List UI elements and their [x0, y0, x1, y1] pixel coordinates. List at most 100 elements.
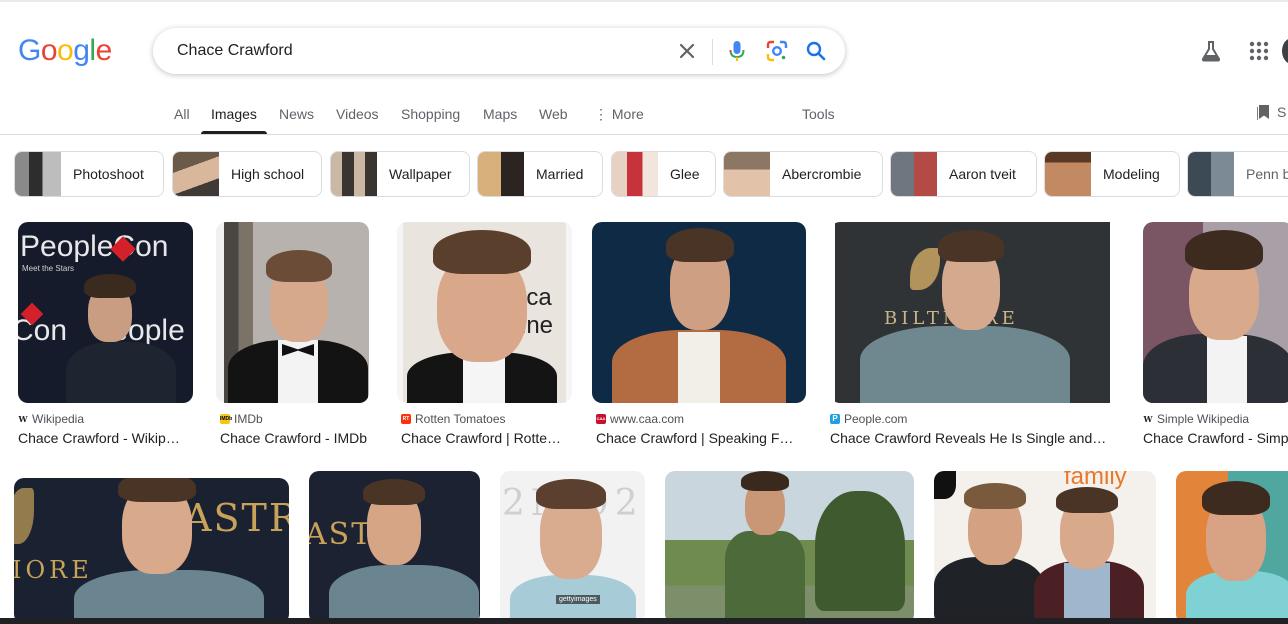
chip-abercrombie[interactable]: Abercrombie: [723, 151, 883, 197]
caa-favicon: CAA: [596, 414, 606, 424]
result-source[interactable]: W Wikipedia: [18, 412, 85, 426]
chip-label: Glee: [670, 166, 700, 182]
chip-wallpaper[interactable]: Wallpaper: [330, 151, 470, 197]
chip-high-school[interactable]: High school: [172, 151, 322, 197]
person-body: [860, 326, 1070, 403]
result-source[interactable]: W Simple Wikipedia: [1143, 412, 1250, 426]
result-source[interactable]: IMDb IMDb: [220, 412, 263, 426]
getty-watermark: gettyimages: [556, 595, 600, 604]
tab-shopping[interactable]: Shopping: [401, 106, 460, 122]
person-hair: [938, 230, 1004, 262]
chip-photoshoot[interactable]: Photoshoot: [14, 151, 164, 197]
imdb-favicon: IMDb: [220, 414, 233, 424]
result-image[interactable]: [1176, 471, 1288, 624]
rotten-tomatoes-favicon: RT: [401, 414, 411, 424]
result-image[interactable]: [216, 222, 369, 403]
chip-aaron-tveit[interactable]: Aaron tveit: [890, 151, 1037, 197]
tab-web[interactable]: Web: [539, 106, 568, 122]
person-hair: [363, 479, 425, 505]
source-name: People.com: [844, 412, 908, 426]
chip-thumbnail: [173, 152, 219, 196]
account-avatar[interactable]: [1282, 38, 1288, 64]
tab-maps[interactable]: Maps: [483, 106, 517, 122]
labs-icon[interactable]: [1199, 39, 1223, 63]
search-box[interactable]: [153, 28, 845, 74]
person-body: [725, 531, 805, 624]
tab-news[interactable]: News: [279, 106, 314, 122]
chip-label: Married: [536, 166, 584, 182]
chip-label: Penn b: [1246, 166, 1288, 182]
person-hair: [666, 228, 734, 262]
peoplecon-logo-text: PeopleCon: [20, 230, 169, 263]
lens-icon[interactable]: [765, 39, 789, 63]
chip-label: Abercrombie: [782, 166, 862, 182]
chip-thumbnail: [1188, 152, 1234, 196]
result-title[interactable]: Chace Crawford | Speaking F…: [596, 430, 801, 446]
logo-letter: o: [57, 34, 74, 67]
result-source[interactable]: P People.com: [830, 412, 907, 426]
source-name: Rotten Tomatoes: [415, 412, 506, 426]
search-input[interactable]: [175, 38, 659, 64]
result-title[interactable]: Chace Crawford - Simp: [1143, 430, 1288, 446]
chip-penn-badgley[interactable]: Penn b: [1187, 151, 1288, 197]
chip-label: Wallpaper: [389, 166, 452, 182]
person-hair: [964, 483, 1026, 509]
person-hair: [266, 250, 332, 282]
result-image[interactable]: ASTRA: [309, 471, 480, 624]
result-image[interactable]: BILTMORE: [830, 222, 1120, 403]
chip-thumbnail: [15, 152, 61, 196]
saved-label: S: [1277, 104, 1287, 120]
result-image[interactable]: ica ine: [397, 222, 572, 403]
chip-thumbnail: [612, 152, 658, 196]
tab-videos[interactable]: Videos: [336, 106, 379, 122]
astra-text: ASTRA: [184, 496, 289, 540]
person-hair: [536, 479, 606, 509]
shirt: [1064, 563, 1110, 624]
result-source[interactable]: CAA www.caa.com: [596, 412, 684, 426]
saved-button[interactable]: S: [1257, 104, 1286, 120]
clear-icon[interactable]: [675, 39, 699, 63]
mic-icon[interactable]: [725, 39, 749, 63]
people-favicon: P: [830, 414, 840, 424]
chip-glee[interactable]: Glee: [611, 151, 716, 197]
result-title[interactable]: Chace Crawford | Rotte…: [401, 430, 569, 446]
chip-modeling[interactable]: Modeling: [1044, 151, 1180, 197]
result-title[interactable]: Chace Crawford Reveals He Is Single and…: [830, 430, 1120, 446]
result-source[interactable]: RT Rotten Tomatoes: [401, 412, 506, 426]
chip-married[interactable]: Married: [477, 151, 603, 197]
chip-thumbnail: [724, 152, 770, 196]
google-logo[interactable]: Google: [18, 34, 112, 68]
network-logo: [934, 471, 956, 499]
wikipedia-favicon: W: [1143, 414, 1153, 424]
result-title[interactable]: Chace Crawford - Wikip…: [18, 430, 188, 446]
result-image[interactable]: [1143, 222, 1288, 403]
result-image[interactable]: family: [934, 471, 1156, 624]
search-icon[interactable]: [804, 39, 828, 63]
result-image[interactable]: [665, 471, 914, 624]
tab-all[interactable]: All: [174, 106, 190, 122]
tabs-divider: [0, 134, 1288, 135]
chip-thumbnail: [1045, 152, 1091, 196]
more-vert-icon: ⋮: [594, 106, 608, 122]
result-image[interactable]: PeopleCon Meet the Stars Con eople: [18, 222, 193, 403]
person-hair: [741, 471, 789, 491]
result-title[interactable]: Chace Crawford - IMDb: [220, 430, 380, 446]
result-image[interactable]: ASTRA IORE: [14, 478, 289, 624]
result-image[interactable]: [592, 222, 806, 403]
tab-tools[interactable]: Tools: [802, 106, 835, 122]
apps-icon[interactable]: [1247, 39, 1271, 63]
bottom-edge: [0, 618, 1288, 624]
result-image[interactable]: 2N 92 gettyimages: [500, 471, 645, 624]
person-hair: [433, 230, 531, 274]
tab-more[interactable]: ⋮ More: [594, 106, 644, 123]
tree: [815, 491, 905, 611]
person-hair: [1202, 481, 1270, 515]
search-divider: [712, 39, 713, 65]
chip-thumbnail: [891, 152, 937, 196]
bookmark-icon: [1257, 105, 1269, 120]
shirt: [1207, 336, 1247, 403]
person-body: [329, 565, 479, 624]
tab-images[interactable]: Images: [211, 106, 257, 122]
shirt: [678, 332, 720, 403]
person-hair: [1185, 230, 1263, 270]
